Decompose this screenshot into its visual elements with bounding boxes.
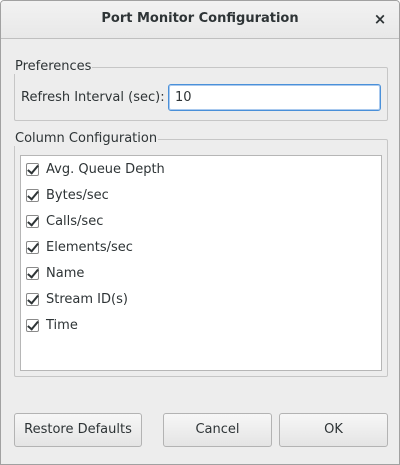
refresh-interval-input[interactable]: [168, 84, 381, 111]
close-icon[interactable]: ×: [369, 8, 391, 30]
column-item-label: Elements/sec: [46, 239, 133, 255]
dialog-title: Port Monitor Configuration: [101, 11, 299, 26]
checkbox[interactable]: [26, 240, 39, 254]
column-item-label: Time: [46, 317, 78, 333]
column-item-stream-ids[interactable]: Stream ID(s): [26, 289, 128, 309]
column-item-label: Calls/sec: [46, 213, 104, 229]
checkbox[interactable]: [26, 188, 39, 202]
column-item-avg-queue-depth[interactable]: Avg. Queue Depth: [26, 159, 165, 179]
ok-button[interactable]: OK: [279, 413, 388, 447]
refresh-interval-label: Refresh Interval (sec):: [21, 90, 165, 105]
title-bar[interactable]: Port Monitor Configuration ×: [1, 1, 399, 39]
column-item-name[interactable]: Name: [26, 263, 84, 283]
column-item-label: Stream ID(s): [46, 291, 128, 307]
column-item-time[interactable]: Time: [26, 315, 78, 335]
checkbox[interactable]: [26, 162, 39, 176]
column-item-bytes-sec[interactable]: Bytes/sec: [26, 185, 109, 205]
column-item-label: Name: [46, 265, 85, 281]
column-item-label: Avg. Queue Depth: [46, 161, 165, 177]
column-list[interactable]: Avg. Queue Depth Bytes/sec Calls/sec Ele…: [20, 155, 382, 371]
column-configuration-group-title: Column Configuration: [14, 131, 159, 146]
checkbox[interactable]: [26, 214, 39, 228]
checkbox[interactable]: [26, 266, 39, 280]
checkbox[interactable]: [26, 318, 39, 332]
restore-defaults-button[interactable]: Restore Defaults: [14, 413, 142, 447]
port-monitor-dialog: Port Monitor Configuration × Preferences…: [0, 0, 400, 465]
cancel-button[interactable]: Cancel: [163, 413, 272, 447]
preferences-group-title: Preferences: [14, 59, 93, 74]
checkbox[interactable]: [26, 292, 39, 306]
column-item-calls-sec[interactable]: Calls/sec: [26, 211, 103, 231]
column-item-label: Bytes/sec: [46, 187, 109, 203]
column-item-elements-sec[interactable]: Elements/sec: [26, 237, 133, 257]
